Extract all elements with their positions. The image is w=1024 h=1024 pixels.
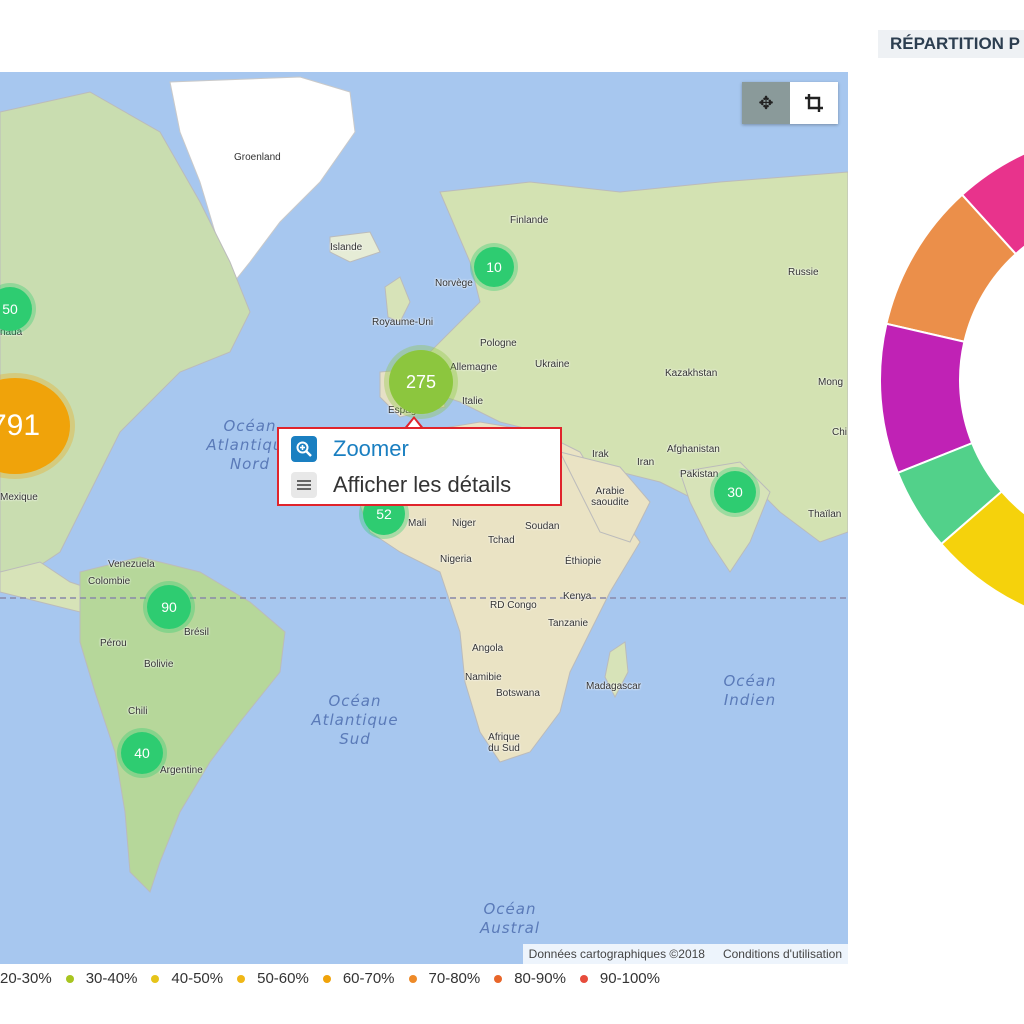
country-label: Mexique: [0, 492, 38, 503]
map-data-credit: Données cartographiques ©2018: [528, 947, 705, 961]
zoom-menu-item[interactable]: Zoomer: [291, 436, 409, 462]
country-label: Madagascar: [586, 681, 642, 692]
cluster-marker[interactable]: 30: [714, 471, 756, 513]
legend-item: 20-30%: [0, 970, 52, 987]
country-label: Russie: [788, 267, 819, 278]
terms-link[interactable]: Conditions d'utilisation: [723, 947, 842, 961]
world-map[interactable]: Groenland Islande Finlande Norvège Russi…: [0, 72, 848, 964]
map-attribution: Données cartographiques ©2018 Conditions…: [522, 944, 848, 964]
cluster-marker[interactable]: 10: [474, 247, 514, 287]
legend-label: 30-40%: [85, 970, 138, 987]
legend-dot: [151, 974, 160, 983]
cluster-popup: Zoomer Afficher les détails: [277, 427, 562, 506]
country-label: Iran: [637, 457, 655, 468]
details-label: Afficher les détails: [333, 472, 512, 497]
cluster-marker[interactable]: 90: [147, 585, 191, 629]
country-label: Mali: [408, 518, 427, 529]
cluster-marker[interactable]: 275: [389, 350, 453, 414]
crop-icon: [805, 94, 823, 112]
country-label: Bolivie: [144, 659, 174, 670]
country-label: Finlande: [510, 215, 549, 226]
country-label: Nigeria: [440, 554, 472, 565]
legend-label: 80-90%: [514, 970, 566, 987]
legend-item: 70-80%: [408, 970, 481, 987]
legend-dot: [65, 974, 74, 983]
country-label: Tanzanie: [548, 618, 589, 629]
list-icon: [291, 472, 317, 498]
legend-item: 90-100%: [579, 970, 660, 987]
country-label: Mong: [818, 377, 844, 388]
legend-label: 20-30%: [0, 970, 52, 987]
country-label: Colombie: [88, 576, 131, 587]
pan-icon: ✥: [758, 92, 774, 113]
country-label: Venezuela: [108, 559, 155, 570]
country-label: Afrique du Sud: [488, 732, 520, 754]
country-label: Italie: [462, 396, 484, 407]
country-label: Kazakhstan: [665, 368, 718, 379]
ocean-label: Océan Indien: [723, 672, 777, 709]
country-label: Pologne: [480, 338, 517, 349]
legend-label: 40-50%: [171, 970, 224, 987]
legend-dot: [408, 974, 417, 983]
country-label: Chi: [832, 427, 848, 438]
country-label: Éthiopie: [565, 556, 602, 567]
country-label: Norvège: [435, 278, 473, 289]
country-label: Ukraine: [535, 359, 570, 370]
ocean-label: Océan Atlantique Sud: [311, 692, 399, 748]
country-label: Tchad: [488, 535, 515, 546]
donut-chart: 9.7%6.6%3.8%: [879, 152, 1024, 608]
color-legend: 20-30% 30-40% 40-50% 50-60% 60-70% 70-80…: [0, 970, 674, 987]
country-label: Arabie saoudite: [591, 486, 629, 508]
country-label: Angola: [472, 643, 504, 654]
country-label: Irak: [592, 449, 609, 460]
country-label: Botswana: [496, 688, 540, 699]
legend-dot: [579, 974, 588, 983]
panel-title: RÉPARTITION P: [878, 30, 1024, 58]
country-label: Islande: [330, 242, 363, 253]
country-label: Niger: [452, 518, 476, 529]
country-label: RD Congo: [490, 600, 537, 611]
country-label: Groenland: [234, 152, 281, 163]
zoom-label: Zoomer: [333, 436, 409, 461]
crop-button[interactable]: [790, 82, 838, 124]
zoom-icon: [291, 436, 317, 462]
country-label: Pérou: [100, 638, 127, 649]
country-label: Kenya: [563, 591, 592, 602]
country-label: Pakistan: [680, 469, 719, 480]
details-menu-item[interactable]: Afficher les détails: [291, 472, 511, 498]
pan-button[interactable]: ✥: [742, 82, 790, 124]
map-controls: ✥: [742, 82, 838, 124]
legend-dot: [237, 974, 246, 983]
legend-item: 30-40%: [65, 970, 138, 987]
ocean-label: Océan Austral: [480, 900, 540, 937]
country-label: Argentine: [160, 765, 203, 776]
country-label: Afghanistan: [667, 444, 720, 455]
legend-label: 50-60%: [257, 970, 309, 987]
legend-label: 90-100%: [599, 970, 660, 987]
country-label: Soudan: [525, 521, 560, 532]
country-label: Allemagne: [450, 362, 498, 373]
legend-dot: [494, 974, 503, 983]
legend-label: 70-80%: [428, 970, 481, 987]
country-label: Chili: [128, 706, 148, 717]
legend-item: 60-70%: [322, 970, 395, 987]
cluster-marker[interactable]: 40: [121, 732, 163, 774]
legend-dot: [322, 974, 331, 983]
country-label: Namibie: [465, 672, 502, 683]
legend-item: 80-90%: [494, 970, 566, 987]
legend-item: 40-50%: [151, 970, 223, 987]
legend-label: 60-70%: [342, 970, 395, 987]
country-label: Royaume-Uni: [372, 317, 434, 328]
country-label: Thaïlan: [808, 509, 842, 520]
legend-item: 50-60%: [237, 970, 309, 987]
country-label: Brésil: [184, 627, 210, 638]
